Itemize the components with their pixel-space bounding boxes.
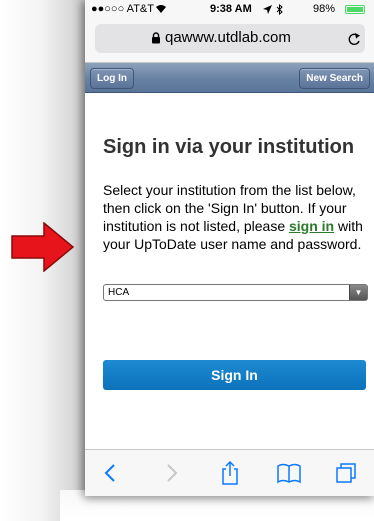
share-icon[interactable]: [216, 460, 244, 486]
institution-select[interactable]: HCA ▼: [103, 284, 368, 301]
forward-icon[interactable]: [157, 460, 185, 486]
sign-in-link[interactable]: sign in: [289, 218, 334, 234]
battery-fill: [347, 7, 363, 12]
status-time: 9:38 AM: [210, 3, 252, 15]
sign-in-button[interactable]: Sign In: [103, 360, 366, 390]
page-title: Sign in via your institution: [103, 136, 355, 158]
new-search-button[interactable]: New Search: [299, 68, 370, 89]
site-nav-bar: Log In New Search: [85, 63, 374, 93]
institution-select-value: HCA: [108, 287, 130, 298]
browser-header: ●●○○○ AT&T 9:38 AM 98% qawww.utdlab.com: [85, 0, 374, 63]
instructions-text: Select your institution from the list be…: [103, 181, 368, 253]
battery-icon: [345, 5, 365, 14]
red-arrow-icon: [11, 222, 75, 272]
battery-percent: 98%: [313, 3, 336, 15]
status-bar: ●●○○○ AT&T 9:38 AM 98%: [85, 0, 374, 20]
address-bar[interactable]: qawww.utdlab.com: [95, 24, 365, 53]
location-icon: [263, 5, 272, 14]
chevron-down-icon: ▼: [349, 285, 367, 300]
back-icon[interactable]: [97, 460, 125, 486]
phone-screen: ●●○○○ AT&T 9:38 AM 98% qawww.utdlab.com: [85, 0, 374, 496]
bookmarks-icon[interactable]: [275, 460, 303, 486]
bluetooth-icon: [276, 4, 283, 15]
tabs-icon[interactable]: [333, 460, 361, 486]
log-in-button[interactable]: Log In: [90, 68, 134, 89]
url-text: qawww.utdlab.com: [165, 29, 291, 46]
browser-toolbar: [85, 449, 374, 496]
reload-icon[interactable]: [347, 31, 361, 47]
lock-icon: [152, 32, 160, 44]
wifi-icon: [156, 5, 166, 13]
carrier-label: ●●○○○ AT&T: [91, 3, 154, 15]
